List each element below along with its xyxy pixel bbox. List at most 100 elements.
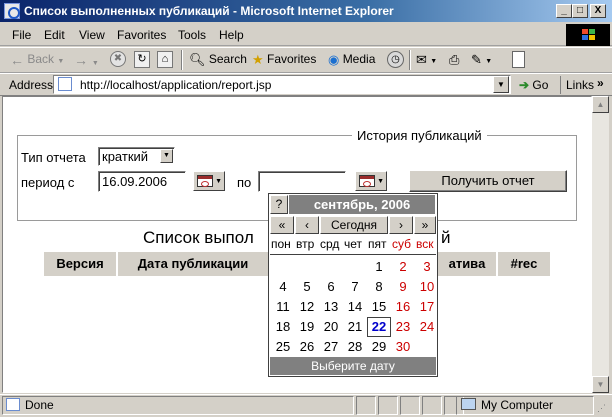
edit-icon: ✎ [471, 52, 482, 67]
media-icon: ◉ [328, 52, 340, 67]
period-from-label: период с [21, 175, 75, 190]
back-button[interactable]: ← Back ▼ [10, 52, 64, 68]
scroll-up-button[interactable]: ▲ [592, 96, 609, 113]
calendar-help-button[interactable]: ? [270, 195, 288, 214]
discuss-icon[interactable] [512, 51, 525, 68]
report-title-tail: й [441, 228, 451, 247]
back-dropdown-icon: ▼ [57, 58, 65, 66]
calendar-day[interactable]: 28 [343, 337, 367, 357]
calendar-day[interactable]: 1 [367, 257, 391, 277]
menu-tools[interactable]: Tools [178, 28, 206, 42]
media-button[interactable]: ◉ Media [328, 52, 375, 68]
calendar-day[interactable]: 24 [415, 317, 439, 337]
calendar-day[interactable]: 7 [343, 277, 367, 297]
address-dropdown-button[interactable]: ▼ [493, 76, 509, 93]
home-icon[interactable]: ⌂ [157, 51, 173, 68]
prev-month-button[interactable]: ‹ [295, 216, 319, 234]
calendar-day[interactable]: 2 [391, 257, 415, 277]
links-label[interactable]: Links [566, 78, 594, 92]
calendar-day[interactable]: 8 [367, 277, 391, 297]
weekday-thu: чет [344, 237, 363, 251]
weekday-fri: пят [368, 237, 387, 251]
period-to-input[interactable] [258, 171, 346, 192]
period-to-label: по [237, 175, 252, 190]
calendar-day[interactable]: 11 [271, 297, 295, 317]
prev-year-button[interactable]: « [270, 216, 294, 234]
calendar-day[interactable]: 27 [319, 337, 343, 357]
edit-button[interactable]: ✎ ▼ [471, 52, 492, 68]
status-panel-4 [422, 396, 442, 415]
menu-view[interactable]: View [79, 28, 105, 42]
go-button[interactable]: ➔ Go [519, 78, 548, 92]
toolbar-separator [181, 50, 183, 70]
close-button[interactable]: X [590, 4, 606, 18]
weekday-wed: срд [320, 237, 340, 251]
calendar-day[interactable]: 29 [367, 337, 391, 357]
favorites-button[interactable]: ★ Favorites [252, 52, 316, 68]
calendar-to-button[interactable]: ▼ [355, 171, 387, 191]
menu-help[interactable]: Help [219, 28, 244, 42]
weekday-sat: суб [392, 237, 412, 251]
resize-grip-icon[interactable]: ⋰ [597, 403, 606, 414]
calendar-day[interactable]: 30 [391, 337, 415, 357]
calendar-day[interactable]: 18 [271, 317, 295, 337]
status-panel-main [2, 396, 354, 415]
weekday-mon: пон [271, 237, 291, 251]
calendar-day[interactable]: 15 [367, 297, 391, 317]
address-separator [560, 76, 561, 94]
calendar-day[interactable]: 5 [295, 277, 319, 297]
calendar-from-button[interactable]: ▼ [193, 171, 225, 191]
period-from-input[interactable]: 16.09.2006 [98, 171, 186, 192]
calendar-day[interactable]: 3 [415, 257, 439, 277]
calendar-day[interactable]: 23 [391, 317, 415, 337]
address-url[interactable]: http://localhost/application/report.jsp [80, 78, 271, 92]
forward-arrow-icon: → [74, 52, 88, 68]
calendar-day[interactable]: 16 [391, 297, 415, 317]
calendar-day[interactable]: 10 [415, 277, 439, 297]
calendar-day[interactable]: 20 [319, 317, 343, 337]
calendar-icon [359, 175, 375, 187]
menu-file[interactable]: File [12, 28, 31, 42]
forward-button[interactable]: → ▼ [74, 52, 99, 68]
mail-button[interactable]: ✉ ▼ [416, 52, 437, 68]
calendar-divider [270, 254, 436, 255]
print-icon[interactable]: ⎙ [449, 52, 459, 68]
refresh-icon[interactable]: ↻ [134, 51, 150, 68]
minimize-button[interactable]: _ [556, 4, 572, 18]
calendar-icon [197, 175, 213, 187]
calendar-day[interactable]: 26 [295, 337, 319, 357]
calendar-day[interactable]: 13 [319, 297, 343, 317]
column-header-version: Версия [44, 252, 116, 276]
calendar-day[interactable]: 4 [271, 277, 295, 297]
calendar-day[interactable]: 25 [271, 337, 295, 357]
address-label: Address [9, 78, 54, 92]
maximize-button[interactable]: □ [572, 4, 588, 18]
get-report-button[interactable]: Получить отчет [409, 170, 567, 192]
chevron-down-icon: ▼ [215, 178, 222, 185]
calendar-day[interactable]: 6 [319, 277, 343, 297]
scroll-down-button[interactable]: ▼ [592, 376, 609, 393]
calendar-day[interactable]: 17 [415, 297, 439, 317]
stop-icon[interactable]: ✖ [110, 51, 126, 67]
calendar-day[interactable]: 9 [391, 277, 415, 297]
calendar-day[interactable]: 14 [343, 297, 367, 317]
next-year-button[interactable]: » [414, 216, 436, 234]
links-more-icon[interactable]: » [597, 76, 604, 90]
forward-dropdown-icon: ▼ [91, 60, 99, 67]
chevron-down-icon: ▼ [377, 178, 384, 185]
calendar-day[interactable]: 19 [295, 317, 319, 337]
calendar-day-today[interactable]: 22 [367, 317, 391, 337]
menu-edit[interactable]: Edit [44, 28, 65, 42]
today-button[interactable]: Сегодня [320, 216, 388, 234]
calendar-day[interactable]: 12 [295, 297, 319, 317]
next-month-button[interactable]: › [389, 216, 413, 234]
vertical-scrollbar[interactable] [592, 96, 609, 393]
ie-logo-icon [4, 3, 20, 19]
mail-dropdown-icon: ▼ [430, 58, 438, 66]
history-icon[interactable]: ◷ [387, 51, 404, 68]
report-type-select[interactable]: краткий ▼ [98, 147, 175, 166]
chevron-down-icon: ▼ [160, 149, 173, 163]
search-button[interactable]: 🔍︎ Search [189, 52, 247, 68]
menu-favorites[interactable]: Favorites [117, 28, 166, 42]
calendar-day[interactable]: 21 [343, 317, 367, 337]
